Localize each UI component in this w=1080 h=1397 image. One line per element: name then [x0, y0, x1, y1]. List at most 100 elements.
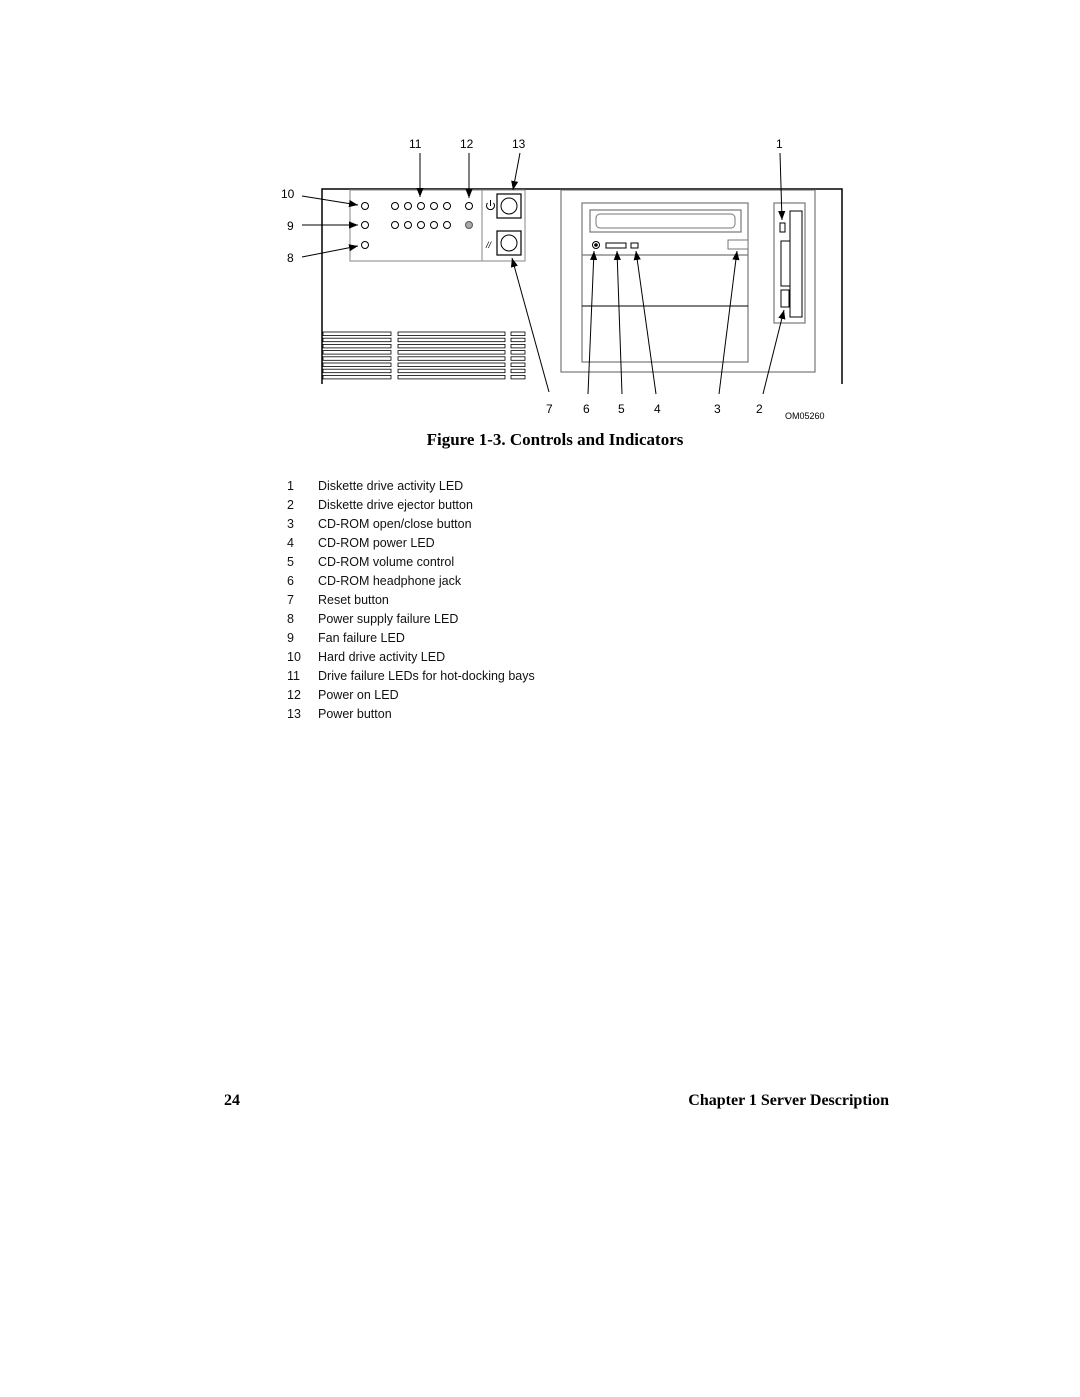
vent-slat: [397, 331, 506, 336]
vent-slat: [510, 356, 526, 361]
vent-grille: [322, 331, 526, 380]
vent-slat: [397, 356, 506, 361]
figure-id: OM05260: [785, 411, 825, 421]
vent-slat: [397, 337, 506, 343]
drive-failure-led: [391, 202, 399, 210]
legend-number: 7: [287, 592, 294, 607]
cdrom-power-led: [630, 242, 639, 249]
vent-slat: [322, 368, 392, 374]
legend-number: 3: [287, 516, 294, 531]
callout-8: 8: [287, 251, 294, 265]
legend-number: 2: [287, 497, 294, 512]
power-on-led-lit: [465, 221, 473, 229]
legend-list: 1 Diskette drive activity LED 2 Diskette dr…: [287, 476, 535, 723]
cdrom-volume-control[interactable]: [605, 242, 627, 249]
legend-item: 6 CD-ROM headphone jack: [287, 571, 535, 590]
drive-failure-led: [417, 221, 425, 229]
legend-item: 5 CD-ROM volume control: [287, 552, 535, 571]
drive-failure-led: [404, 202, 412, 210]
callout-4: 4: [654, 402, 661, 416]
callout-2: 2: [756, 402, 763, 416]
legend-item: 7 Reset button: [287, 590, 535, 609]
legend-text: Drive failure LEDs for hot-docking bays: [318, 668, 535, 683]
vent-slat: [322, 331, 392, 336]
power-symbol-icon: [486, 200, 495, 211]
drive-failure-led: [443, 221, 451, 229]
vent-slat: [397, 374, 506, 380]
diskette-ejector-button[interactable]: [780, 289, 790, 308]
power-on-led: [465, 202, 473, 210]
legend-number: 4: [287, 535, 294, 550]
legend-number: 10: [287, 649, 301, 664]
controls-indicators-diagram: // 11 12 13 1 10 9 8 7 6 5 4 3 2 OM05260: [281, 137, 843, 421]
legend-text: CD-ROM headphone jack: [318, 573, 462, 588]
page-number: 24: [224, 1092, 240, 1109]
drive-failure-led: [404, 221, 412, 229]
power-button[interactable]: [496, 193, 522, 219]
legend-number: 8: [287, 611, 294, 626]
legend-number: 1: [287, 478, 294, 493]
reset-symbol-icon: //: [485, 240, 493, 250]
legend-number: 11: [287, 668, 300, 683]
callout-5: 5: [618, 402, 625, 416]
callout-13: 13: [512, 137, 526, 151]
drive-bay-enclosure: [560, 189, 816, 373]
cdrom-tray: [589, 209, 742, 233]
callout-11: 11: [409, 137, 422, 151]
vent-slat: [397, 343, 506, 349]
fan-failure-led: [361, 221, 369, 229]
legend-item: 2 Diskette drive ejector button: [287, 495, 535, 514]
legend-item: 11 Drive failure LEDs for hot-docking bay…: [287, 666, 535, 685]
legend-text: CD-ROM power LED: [318, 535, 435, 550]
legend-text: Diskette drive activity LED: [318, 478, 464, 493]
vent-slat: [397, 368, 506, 374]
callout-12: 12: [460, 137, 474, 151]
legend-text: Hard drive activity LED: [318, 649, 446, 664]
callout-6: 6: [583, 402, 590, 416]
vent-slat: [322, 374, 392, 380]
vent-slat: [510, 368, 526, 374]
vent-slat: [510, 374, 526, 380]
figure-caption: Figure 1-3. Controls and Indicators: [426, 430, 684, 449]
legend-item: 8 Power supply failure LED: [287, 609, 535, 628]
drive-failure-led: [430, 202, 438, 210]
callout-1: 1: [776, 137, 783, 151]
legend-item: 12 Power on LED: [287, 685, 535, 704]
legend-text: Fan failure LED: [318, 630, 405, 645]
vent-slat: [397, 350, 506, 355]
legend-text: CD-ROM volume control: [318, 554, 455, 569]
legend-number: 13: [287, 706, 301, 721]
vent-slat: [510, 362, 526, 367]
legend-text: Power on LED: [318, 687, 399, 702]
vent-slat: [510, 343, 526, 349]
legend-item: 1 Diskette drive activity LED: [287, 476, 535, 495]
drive-failure-led: [417, 202, 425, 210]
vent-slat: [322, 343, 392, 349]
legend-number: 5: [287, 554, 294, 569]
reset-button[interactable]: [496, 230, 522, 256]
power-supply-failure-led: [361, 241, 369, 249]
legend-text: Power supply failure LED: [318, 611, 459, 626]
cdrom-headphone-jack[interactable]: [592, 241, 600, 249]
vent-slat: [510, 337, 526, 343]
legend-number: 6: [287, 573, 294, 588]
legend-item: 9 Fan failure LED: [287, 628, 535, 647]
vent-slat: [397, 362, 506, 367]
legend-item: 13 Power button: [287, 704, 535, 723]
cdrom-open-close-button[interactable]: [727, 239, 749, 250]
vent-slat: [322, 337, 392, 343]
legend-text: Reset button: [318, 592, 389, 607]
legend-number: 9: [287, 630, 294, 645]
callout-10: 10: [281, 187, 295, 201]
callout-3: 3: [714, 402, 721, 416]
drive-failure-leds: [391, 202, 451, 229]
callout-9: 9: [287, 219, 294, 233]
drive-failure-led: [430, 221, 438, 229]
vent-slat: [510, 331, 526, 336]
legend-text: Power button: [318, 706, 392, 721]
vent-slat: [322, 350, 392, 355]
chapter-title: Chapter 1 Server Description: [688, 1092, 889, 1109]
hard-drive-activity-led: [361, 202, 369, 210]
legend-text: Diskette drive ejector button: [318, 497, 473, 512]
legend-number: 12: [287, 687, 301, 702]
